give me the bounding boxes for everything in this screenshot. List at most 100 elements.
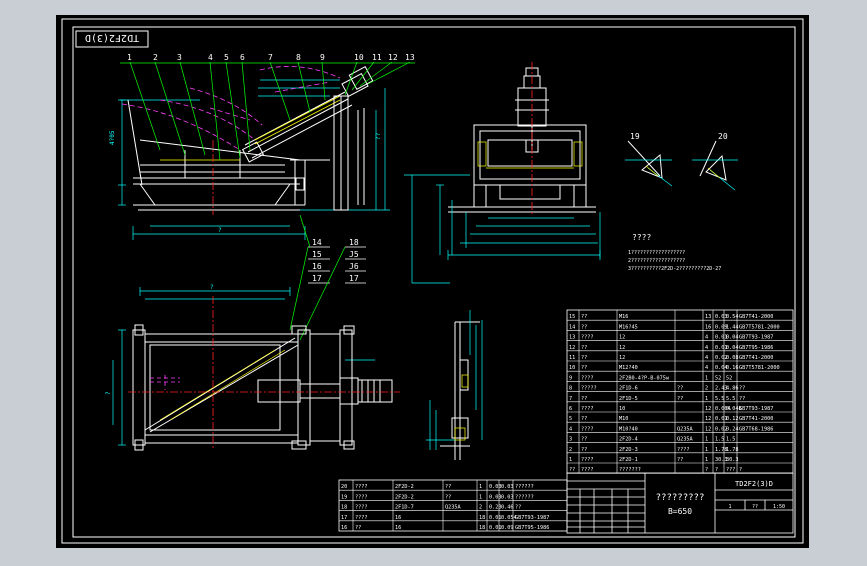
bom-upper-cell: 13: [705, 314, 711, 320]
cad-drawing[interactable]: TD2F2(3)D 4?05 ? ?? 1 2 3 4 5 6 7 8 9 10…: [0, 0, 867, 562]
bom-upper-cell: 1: [705, 447, 708, 453]
balloon-4: 4: [208, 53, 213, 62]
bom-lower-cell: 1: [479, 484, 482, 490]
bom-lower-cell: 17: [341, 515, 347, 521]
bom-upper-cell: ??: [677, 386, 683, 392]
title-block-name: ?????????: [656, 493, 705, 503]
bom-lower-cell: 1: [479, 494, 482, 500]
balloon-12: 12: [388, 53, 398, 62]
bom-upper-cell: Q235A: [677, 437, 693, 443]
bom-lower-cell: 16: [395, 515, 401, 521]
bom-lower-cell: ????: [355, 505, 368, 511]
balloon-5: 5: [224, 53, 229, 62]
bom-upper-cell: GB7T41-2000: [739, 416, 773, 422]
bom-upper-cell: 0.16: [726, 365, 739, 371]
bom-upper-cell: 0.08: [726, 355, 739, 361]
title-block-drawing-no: TD2F2(3)D: [735, 480, 773, 488]
bom-upper-cell: 13: [569, 335, 575, 341]
bom-upper-header-cell: ???: [726, 467, 735, 473]
title-block-small-3: 1:50: [773, 504, 785, 510]
balloon-18: 18: [349, 238, 359, 247]
bom-lower-cell: 0.03: [501, 494, 514, 500]
balloon-3: 3: [177, 53, 182, 62]
bom-upper-cell: Q235A: [677, 426, 693, 432]
balloon-7: 7: [268, 53, 273, 62]
bom-upper-header-cell: ?: [739, 467, 742, 473]
bom-lower-cell: 16: [341, 525, 347, 531]
bom-upper-cell: ????: [581, 406, 594, 412]
notes-title: ????: [632, 233, 651, 242]
bom-upper-cell: 0.04: [726, 335, 739, 341]
title-block-small-1: 1: [728, 504, 731, 510]
bom-upper-cell: 1: [569, 457, 572, 463]
bom-lower-cell: 0.09: [501, 525, 514, 531]
bom-lower-cell: ??????: [515, 494, 534, 500]
bom-upper-cell: ?????: [581, 386, 597, 392]
bom-lower-cell: 0.01: [489, 515, 502, 521]
balloon-17-left: 17: [312, 274, 322, 283]
bom-lower-cell: 19: [341, 494, 347, 500]
bom-upper-cell: 30.3: [726, 457, 739, 463]
bom-lower-cell: 18: [479, 525, 485, 531]
bom-upper-cell: 2F1D-5: [619, 396, 638, 402]
bom-lower-cell: 0.23: [489, 505, 502, 511]
bom-upper-header-cell: ?: [715, 467, 718, 473]
cad-viewport[interactable]: TD2F2(3)D 4?05 ? ?? 1 2 3 4 5 6 7 8 9 10…: [0, 0, 867, 562]
notes-line-2: 2??????????????????: [628, 258, 685, 264]
bom-upper-cell: M10?40: [619, 426, 638, 432]
bom-upper-row: 9???? 2F2B0-4?P-B-075w 1 52 52: [569, 375, 732, 381]
drawing-sheet: [56, 15, 809, 548]
bom-upper-cell: ??: [581, 447, 587, 453]
balloon-2: 2: [153, 53, 158, 62]
balloon-13: 13: [405, 53, 415, 62]
side-tower-dim: ??: [375, 132, 382, 140]
bom-upper-cell: 52: [715, 375, 721, 381]
bom-lower-cell: 0.03: [501, 484, 514, 490]
bom-upper-cell: 12: [619, 335, 625, 341]
bom-lower-cell: 16: [395, 525, 401, 531]
bom-upper-cell: 5.5: [726, 396, 735, 402]
bom-upper-header-cell: ???????: [619, 467, 641, 473]
bom-upper-cell: 4: [569, 426, 572, 432]
bom-upper-cell: GB7T41-2000: [739, 314, 773, 320]
bom-upper-cell: 12: [705, 426, 711, 432]
bom-upper-cell: ????: [581, 335, 594, 341]
bom-upper-cell: 52: [726, 375, 732, 381]
bom-upper-cell: 12: [705, 416, 711, 422]
bom-upper-cell: 16: [705, 324, 711, 330]
bom-upper-cell: 12: [705, 406, 711, 412]
bom-lower-cell: ??????: [515, 484, 534, 490]
balloon-14: 14: [312, 238, 322, 247]
bom-upper-cell: ??: [677, 457, 683, 463]
detail-19-label: 19: [630, 132, 640, 141]
bom-lower-cell: 20: [341, 484, 347, 490]
bom-upper-cell: 3: [569, 437, 572, 443]
bom-lower-cell: 18: [479, 515, 485, 521]
bom-upper-cell: 0.04: [726, 345, 739, 351]
bom-lower-cell: ????: [355, 515, 368, 521]
bom-upper-cell: 1.5: [726, 437, 735, 443]
bom-upper-cell: 2: [569, 447, 572, 453]
bom-upper-cell: ??: [581, 437, 587, 443]
bom-upper-cell: 11: [569, 355, 575, 361]
bom-lower-cell: GB7T93-1987: [515, 515, 549, 521]
bom-upper-cell: ??: [677, 396, 683, 402]
bom-upper-cell: 1: [705, 375, 708, 381]
bom-upper-cell: ??: [739, 386, 745, 392]
bom-upper-cell: 4: [705, 355, 708, 361]
bom-upper-header-cell: ??: [569, 467, 575, 473]
bom-upper-cell: 0.24: [726, 426, 739, 432]
balloon-11: 11: [372, 53, 382, 62]
bom-upper-cell: 8: [569, 386, 572, 392]
balloon-15: 15: [312, 250, 322, 259]
bom-upper-header-cell: ?: [705, 467, 708, 473]
bom-lower-cell: ??: [355, 525, 361, 531]
bom-upper-cell: 12: [619, 355, 625, 361]
balloon-j6: J6: [349, 262, 359, 271]
balloon-17-right: 17: [349, 274, 359, 283]
bom-lower-cell: 2F2D-2: [395, 484, 414, 490]
bom-upper-cell: 5.5: [715, 396, 724, 402]
bom-upper-cell: ??: [581, 416, 587, 422]
bom-upper-cell: M16: [619, 314, 628, 320]
bom-upper-cell: 7: [569, 396, 572, 402]
